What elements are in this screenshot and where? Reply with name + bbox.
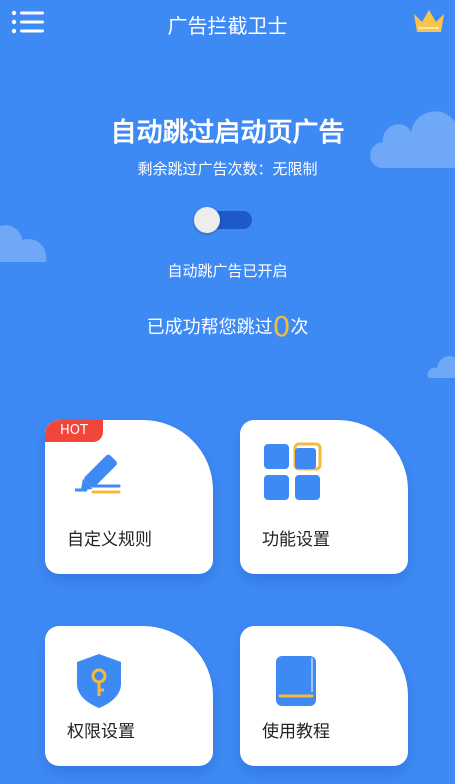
skip-count: 已成功帮您跳过0次 bbox=[0, 310, 455, 343]
cloud-decoration bbox=[0, 225, 47, 262]
pencil-icon bbox=[75, 454, 121, 494]
cloud-decoration bbox=[427, 356, 455, 378]
crown-icon[interactable] bbox=[411, 6, 447, 36]
toggle-knob bbox=[194, 207, 220, 233]
page-title: 广告拦截卫士 bbox=[167, 14, 288, 38]
tutorial-card[interactable]: 使用教程 bbox=[240, 626, 408, 766]
remaining-count-label: 剩余跳过广告次数：无限制 bbox=[137, 160, 318, 178]
permission-settings-card[interactable]: 权限设置 bbox=[45, 626, 213, 766]
card-label: 使用教程 bbox=[262, 722, 330, 742]
shield-key-icon bbox=[77, 654, 121, 708]
function-settings-card[interactable]: 功能设置 bbox=[240, 420, 408, 574]
skip-count-prefix: 已成功帮您跳过 bbox=[146, 317, 273, 338]
hot-badge: HOT bbox=[45, 420, 103, 442]
card-label: 权限设置 bbox=[67, 722, 135, 742]
card-label: 功能设置 bbox=[262, 530, 330, 550]
toggle-status-text: 自动跳广告已开启 bbox=[167, 262, 288, 280]
top-bar: 广告拦截卫士 bbox=[0, 0, 455, 46]
grid-icon bbox=[264, 442, 322, 500]
skip-count-value: 0 bbox=[272, 310, 291, 343]
auto-skip-toggle[interactable] bbox=[194, 207, 252, 233]
skip-count-suffix: 次 bbox=[290, 317, 309, 338]
headline: 自动跳过启动页广告 bbox=[110, 118, 345, 148]
custom-rules-card[interactable]: HOT 自定义规则 bbox=[45, 420, 213, 574]
book-icon bbox=[276, 656, 316, 706]
card-label: 自定义规则 bbox=[67, 530, 152, 550]
